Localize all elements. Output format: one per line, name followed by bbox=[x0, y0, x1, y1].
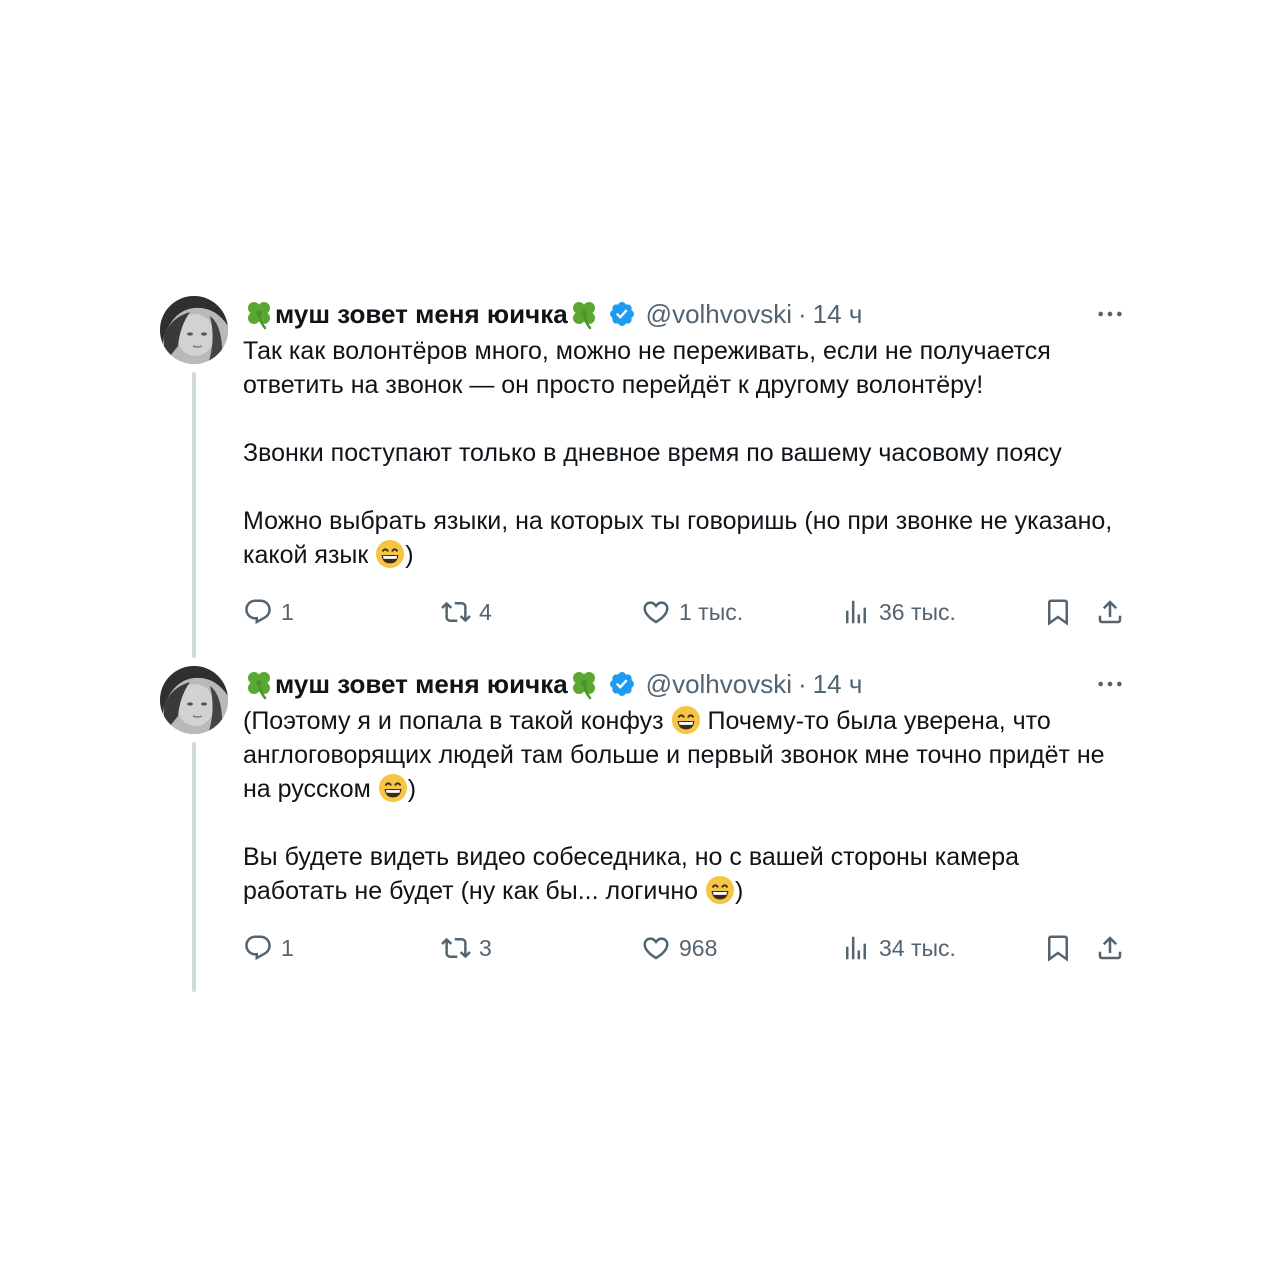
views-button[interactable]: 34 тыс. bbox=[841, 930, 956, 966]
text-segment: Вы будете видеть видео собеседника, но с… bbox=[243, 843, 1026, 905]
repost-count: 3 bbox=[479, 934, 492, 961]
grinning-face-emoji bbox=[671, 705, 701, 735]
text-segment: Звонки поступают только в дневное время … bbox=[243, 439, 1062, 467]
reply-button[interactable]: 1 bbox=[243, 930, 294, 966]
like-count: 968 bbox=[679, 934, 718, 961]
verified-badge-icon[interactable] bbox=[608, 300, 636, 328]
text-segment: ) bbox=[407, 775, 417, 803]
reply-button[interactable]: 1 bbox=[243, 594, 294, 630]
display-name[interactable]: муш зовет меня юичка bbox=[275, 669, 568, 700]
tweet-paragraph: (Поэтому я и попала в такой конфуз Почем… bbox=[243, 707, 1112, 803]
reply-icon bbox=[243, 933, 273, 963]
tweet-paragraph: Звонки поступают только в дневное время … bbox=[243, 439, 1062, 467]
reply-count: 1 bbox=[281, 598, 294, 625]
repost-button[interactable]: 4 bbox=[441, 594, 492, 630]
grinning-face-emoji bbox=[378, 773, 408, 803]
share-button[interactable] bbox=[1095, 930, 1125, 966]
tweet-header: муш зовет меня юичка @volhvovski · 14 ч bbox=[243, 296, 1130, 332]
action-bar: 1 3 968 34 тыс. bbox=[243, 930, 1130, 966]
views-button[interactable]: 36 тыс. bbox=[841, 594, 956, 630]
bookmark-button[interactable] bbox=[1043, 594, 1073, 630]
tweet[interactable]: муш зовет меня юичка @volhvovski · 14 ч … bbox=[160, 296, 1130, 636]
repost-count: 4 bbox=[479, 598, 492, 625]
views-chart-icon bbox=[841, 597, 871, 627]
more-dots-icon[interactable] bbox=[1096, 670, 1124, 698]
text-segment: ) bbox=[405, 541, 414, 569]
tweet[interactable]: муш зовет меня юичка @volhvovski · 14 ч … bbox=[160, 666, 1130, 976]
separator-dot: · bbox=[798, 298, 807, 329]
share-icon bbox=[1095, 597, 1125, 627]
verified-badge-icon[interactable] bbox=[608, 670, 636, 698]
four-leaf-clover-icon bbox=[243, 298, 275, 330]
action-bar: 1 4 1 тыс. 36 тыс. bbox=[243, 594, 1130, 630]
reply-count: 1 bbox=[281, 934, 294, 961]
handle[interactable]: @volhvovski bbox=[646, 299, 792, 330]
text-segment: ) bbox=[735, 877, 744, 905]
four-leaf-clover-icon bbox=[568, 668, 600, 700]
share-button[interactable] bbox=[1095, 594, 1125, 630]
tweet-text: Так как волонтёров много, можно не переж… bbox=[243, 334, 1123, 572]
tweet-paragraph: Так как волонтёров много, можно не переж… bbox=[243, 337, 1058, 399]
like-button[interactable]: 1 тыс. bbox=[641, 594, 743, 630]
share-icon bbox=[1095, 933, 1125, 963]
views-count: 34 тыс. bbox=[879, 934, 956, 961]
repost-icon bbox=[441, 933, 471, 963]
repost-icon bbox=[441, 597, 471, 627]
handle[interactable]: @volhvovski bbox=[646, 669, 792, 700]
heart-icon bbox=[641, 597, 671, 627]
bookmark-icon bbox=[1043, 597, 1073, 627]
repost-button[interactable]: 3 bbox=[441, 930, 492, 966]
text-segment: Так как волонтёров много, можно не переж… bbox=[243, 337, 1058, 399]
like-button[interactable]: 968 bbox=[641, 930, 717, 966]
tweet-paragraph: Вы будете видеть видео собеседника, но с… bbox=[243, 843, 1026, 905]
grinning-face-emoji bbox=[705, 875, 735, 905]
four-leaf-clover-icon bbox=[243, 668, 275, 700]
display-name[interactable]: муш зовет меня юичка bbox=[275, 299, 568, 330]
four-leaf-clover-icon bbox=[568, 298, 600, 330]
avatar[interactable] bbox=[160, 296, 228, 364]
timestamp[interactable]: 14 ч bbox=[813, 669, 863, 700]
tweet-paragraph: Можно выбрать языки, на которых ты говор… bbox=[243, 507, 1119, 569]
text-segment: (Поэтому я и попала в такой конфуз bbox=[243, 707, 671, 735]
separator-dot: · bbox=[798, 668, 807, 699]
tweet-header: муш зовет меня юичка @volhvovski · 14 ч bbox=[243, 666, 1130, 702]
bookmark-button[interactable] bbox=[1043, 930, 1073, 966]
like-count: 1 тыс. bbox=[679, 598, 744, 625]
heart-icon bbox=[641, 933, 671, 963]
views-chart-icon bbox=[841, 933, 871, 963]
bookmark-icon bbox=[1043, 933, 1073, 963]
grinning-face-emoji bbox=[375, 539, 405, 569]
views-count: 36 тыс. bbox=[879, 598, 956, 625]
more-dots-icon[interactable] bbox=[1096, 300, 1124, 328]
reply-icon bbox=[243, 597, 273, 627]
tweet-text: (Поэтому я и попала в такой конфуз Почем… bbox=[243, 704, 1123, 908]
avatar[interactable] bbox=[160, 666, 228, 734]
timestamp[interactable]: 14 ч bbox=[813, 299, 863, 330]
